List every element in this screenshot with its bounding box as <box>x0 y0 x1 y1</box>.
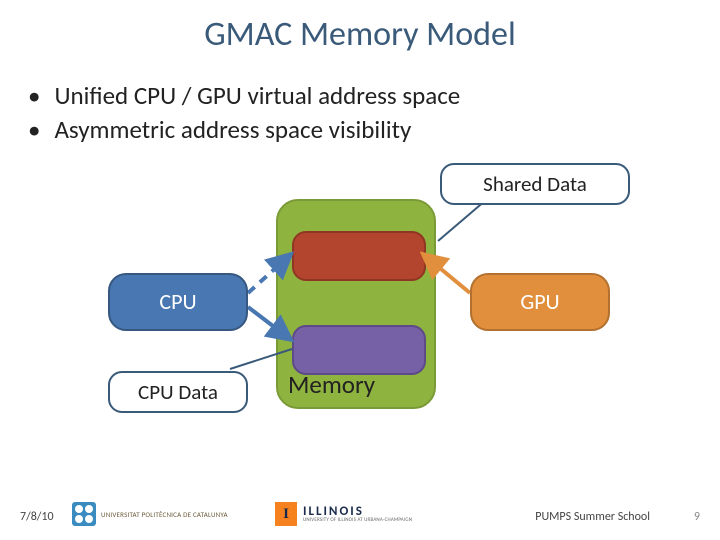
bullet-text: Asymmetric address space visibility <box>54 113 411 147</box>
illinois-icon: I <box>275 502 297 526</box>
memory-label: Memory <box>288 369 375 400</box>
footer-conference: PUMPS Summer School <box>535 510 650 524</box>
page-number: 9 <box>694 510 700 524</box>
logo-illinois: I ILLINOIS UNIVERSITY OF ILLINOIS AT URB… <box>275 502 412 526</box>
logo-upc: UNIVERSITAT POLITÈCNICA DE CATALUNYA <box>72 502 228 526</box>
shared-data-callout: Shared Data <box>440 163 630 205</box>
bullet-item: Unified CPU / GPU virtual address space <box>28 79 720 113</box>
footer-date: 7/8/10 <box>20 510 54 524</box>
upc-logo-text: UNIVERSITAT POLITÈCNICA DE CATALUNYA <box>101 511 228 518</box>
illinois-logo-text: ILLINOIS UNIVERSITY OF ILLINOIS AT URBAN… <box>303 505 412 523</box>
gpu-node: GPU <box>470 273 610 331</box>
bullet-text: Unified CPU / GPU virtual address space <box>54 79 460 113</box>
diagram: CPU GPU Shared Data CPU Data Memory <box>0 155 720 455</box>
bullet-item: Asymmetric address space visibility <box>28 113 720 147</box>
upc-icon <box>72 502 96 526</box>
slide-title: GMAC Memory Model <box>0 0 720 55</box>
cpu-data-callout: CPU Data <box>108 371 248 413</box>
illinois-logo-small: UNIVERSITY OF ILLINOIS AT URBANA-CHAMPAI… <box>303 518 412 523</box>
cpu-node: CPU <box>108 273 248 331</box>
bullet-list: Unified CPU / GPU virtual address space … <box>0 55 720 147</box>
footer: 7/8/10 UNIVERSITAT POLITÈCNICA DE CATALU… <box>0 490 720 530</box>
